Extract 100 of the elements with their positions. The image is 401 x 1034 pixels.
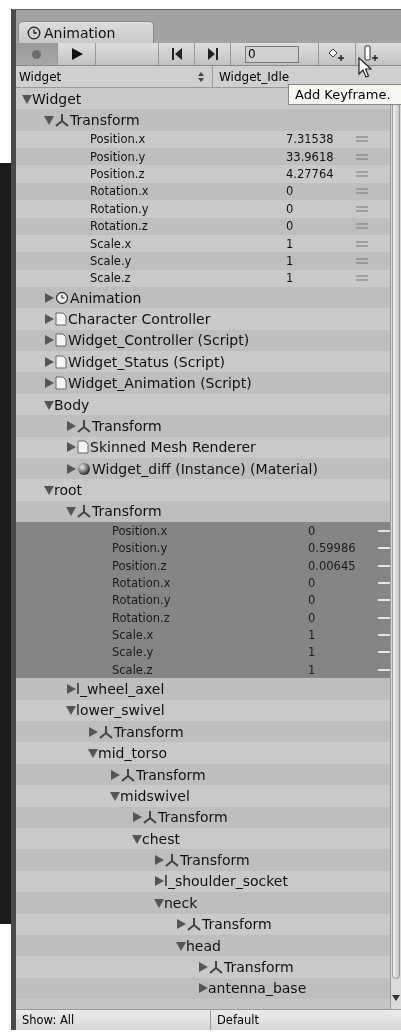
disclosure-triangle[interactable] [176, 919, 186, 930]
disclosure-triangle[interactable] [66, 506, 76, 517]
disclosure-triangle[interactable] [44, 115, 54, 126]
dash-icon [378, 667, 390, 672]
property-row[interactable]: Scale.x 1 [16, 626, 390, 644]
property-name: Scale.z [112, 662, 154, 677]
tree-item-label[interactable]: antenna_base [208, 980, 307, 997]
tree-item-label[interactable]: mid_torso [98, 745, 168, 762]
disclosure-triangle[interactable] [44, 292, 54, 303]
disclosure-triangle[interactable] [44, 485, 54, 496]
tree-item-label[interactable]: Transform [114, 723, 184, 740]
property-name: Position.x [90, 132, 147, 147]
tree-item-label[interactable]: Transform [136, 766, 206, 783]
tree-item-label[interactable]: lower_swivel [76, 702, 165, 719]
property-name: Scale.x [90, 236, 133, 251]
next-key-icon [207, 48, 218, 60]
property-name: Position.y [112, 541, 169, 556]
property-value: 0 [308, 575, 317, 590]
disclosure-triangle[interactable] [154, 897, 164, 908]
axis-icon [121, 767, 135, 782]
property-name: Rotation.x [112, 575, 172, 590]
tree-item-label[interactable]: l_wheel_axel [76, 680, 165, 697]
tree-item-label[interactable]: Transform [202, 916, 272, 933]
disclosure-triangle[interactable] [44, 313, 54, 324]
disclosure-triangle[interactable] [110, 769, 120, 780]
tree-item-label[interactable]: Transform [158, 809, 228, 826]
document-icon [55, 354, 67, 369]
tree-item-label[interactable]: Widget_Status (Script) [68, 353, 225, 370]
disclosure-triangle[interactable] [66, 463, 76, 474]
double-line-icon [356, 205, 368, 212]
disclosure-triangle[interactable] [44, 356, 54, 367]
property-name: Rotation.x [90, 184, 150, 199]
tree-item-label[interactable]: Skinned Mesh Renderer [90, 439, 256, 456]
clip-dropdown[interactable]: Widget_Idle [213, 66, 290, 87]
mode-dropdown[interactable]: Default [211, 1013, 260, 1027]
disclosure-triangle[interactable] [198, 962, 208, 973]
property-value: 7.31538 [286, 132, 335, 147]
disclosure-triangle[interactable] [154, 855, 164, 866]
tree-item-label[interactable]: root [54, 482, 83, 499]
object-dropdown[interactable]: Widget [16, 66, 213, 87]
disclosure-triangle[interactable] [66, 683, 76, 694]
show-filter-dropdown[interactable]: Show: All [16, 1010, 211, 1030]
property-value: 1 [308, 645, 317, 660]
tree-item-label[interactable]: Widget [32, 90, 82, 107]
disclosure-triangle[interactable] [154, 876, 164, 887]
tree-item-label[interactable]: Transform [70, 112, 140, 129]
diamond-plus-icon [327, 47, 347, 61]
mouse-cursor-icon [358, 57, 372, 79]
disclosure-triangle[interactable] [88, 748, 98, 759]
property-name: Position.x [112, 523, 169, 538]
disclosure-triangle[interactable] [132, 833, 142, 844]
disclosure-triangle[interactable] [66, 705, 76, 716]
tree-item-label[interactable]: head [186, 937, 221, 954]
disclosure-triangle[interactable] [22, 93, 32, 104]
property-value: 1 [308, 662, 317, 677]
animation-tab[interactable]: Animation [18, 21, 154, 43]
disclosure-triangle[interactable] [66, 420, 76, 431]
tree-item-label[interactable]: Character Controller [68, 310, 211, 327]
tree-item-label[interactable]: Animation [70, 289, 142, 306]
property-name: Scale.x [112, 627, 155, 642]
disclosure-triangle[interactable] [176, 940, 186, 951]
disclosure-triangle[interactable] [44, 399, 54, 410]
property-value: 1 [286, 253, 295, 268]
disclosure-triangle[interactable] [198, 983, 208, 994]
property-value: 0.59986 [308, 541, 357, 556]
tree-item-label[interactable]: Transform [92, 503, 162, 520]
tree-item-label[interactable]: neck [164, 894, 198, 911]
property-name: Position.z [90, 167, 146, 182]
disclosure-triangle[interactable] [44, 335, 54, 346]
tree-item-label[interactable]: Transform [180, 852, 250, 869]
disclosure-triangle[interactable] [88, 726, 98, 737]
property-value: 1 [308, 627, 317, 642]
dash-icon [378, 563, 390, 568]
play-icon [70, 48, 83, 60]
disclosure-triangle[interactable] [66, 442, 76, 453]
property-row[interactable]: Rotation.x 0 [16, 574, 390, 592]
disclosure-triangle[interactable] [132, 812, 142, 823]
disclosure-triangle[interactable] [110, 790, 120, 801]
property-name: Scale.z [90, 271, 132, 286]
tree-item-label[interactable]: Transform [224, 959, 294, 976]
double-line-icon [356, 223, 368, 230]
property-row[interactable]: Position.x 0 [16, 522, 390, 540]
tooltip: Add Keyframe. [288, 84, 401, 105]
tree-item-label[interactable]: midswivel [120, 787, 190, 804]
frame-field[interactable]: 0 [245, 45, 299, 63]
tree-item-label[interactable]: l_shoulder_socket [164, 873, 288, 890]
property-name: Rotation.z [112, 610, 171, 625]
clock-icon [27, 25, 41, 40]
scroll-down-icon[interactable] [392, 995, 400, 1001]
tree-item-label[interactable]: chest [142, 830, 180, 847]
property-row[interactable]: Position.y 33.9618 [16, 148, 390, 166]
tree-item-label[interactable]: Transform [92, 417, 162, 434]
tree-item-label[interactable]: Body [54, 396, 90, 413]
axis-icon [165, 853, 179, 868]
double-line-icon [356, 275, 368, 282]
disclosure-triangle[interactable] [44, 378, 54, 389]
double-line-icon [356, 188, 368, 195]
clock-icon [55, 290, 69, 305]
property-row[interactable]: Scale.y 1 [16, 252, 390, 270]
sphere-icon [77, 461, 91, 476]
